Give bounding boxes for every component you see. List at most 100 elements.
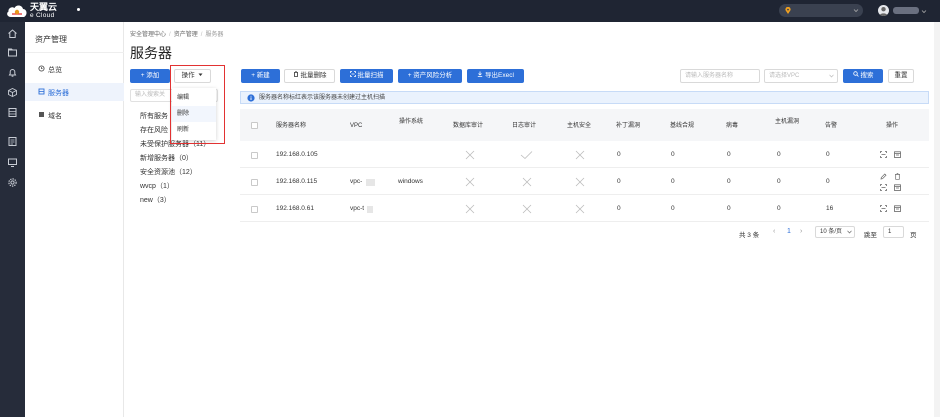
pager-goto-input[interactable]: 1 [883, 226, 904, 238]
host-vuln-cell: 0 [777, 151, 781, 158]
pager-page-unit: 页 [910, 232, 917, 239]
vpc-cell: vpc- [350, 178, 363, 185]
scan-action-icon[interactable] [880, 151, 887, 158]
column-header: 操作 [886, 123, 899, 129]
batch-scan-button[interactable]: 批量扫描 [340, 69, 393, 83]
export-excel-button[interactable]: 导出Execl [467, 69, 524, 83]
sidebar-item-servers[interactable]: 服务器 [25, 83, 124, 101]
cross-icon [522, 204, 532, 214]
pager-goto-label: 跳至 [864, 232, 877, 239]
vpc-select[interactable]: 请选择VPC [764, 69, 838, 83]
region-selector[interactable] [779, 4, 863, 17]
page-size-select[interactable]: 10 条/页 [815, 226, 855, 238]
breadcrumb-item[interactable]: 资产管理 [174, 32, 198, 38]
sidebar-item-overview[interactable]: 总览 [25, 60, 124, 78]
column-header: 补丁漏洞 [616, 123, 641, 129]
column-header[interactable]: 服务器名称 [276, 122, 306, 130]
document-icon[interactable] [7, 136, 18, 147]
user-icon [879, 7, 888, 16]
row-checkbox[interactable] [251, 152, 258, 159]
cube-icon[interactable] [7, 87, 18, 98]
server-name-cell[interactable]: 192.168.0.115 [276, 178, 317, 185]
alarm-cell: 16 [826, 205, 834, 212]
cloud-logo-icon [7, 5, 27, 17]
page-size-value: 10 条/页 [820, 229, 843, 235]
breadcrumb-item[interactable]: 安全管理中心 [130, 32, 166, 38]
group-item-wvcp[interactable]: wvcp（1） [140, 181, 174, 191]
folder-icon[interactable] [7, 47, 18, 58]
breadcrumb: 安全管理中心 / 资产管理 / 服务器 [130, 29, 223, 38]
group-item-all[interactable]: 所有服务 [140, 111, 168, 121]
pager-prev-icon[interactable]: ‹ [773, 228, 775, 235]
table-row: 192.168.0.115 vpc- windows 0 0 0 0 0 [240, 168, 929, 195]
search-button[interactable]: 搜索 [843, 69, 883, 83]
user-menu-chevron-icon[interactable] [921, 9, 927, 14]
edit-icon[interactable] [880, 173, 887, 180]
info-alert: 服务器名称标红表示该服务器未创建过主机扫描 [240, 91, 929, 104]
vpc-cell: vpc-t [350, 205, 365, 212]
scan-action-icon[interactable] [880, 205, 887, 212]
new-button[interactable]: + 新建 [241, 69, 280, 83]
cross-icon [575, 150, 585, 160]
select-all-checkbox[interactable] [251, 122, 258, 129]
pager-current-page[interactable]: 1 [787, 228, 791, 235]
virus-cell: 0 [727, 178, 731, 185]
add-group-button[interactable]: + 添加 [130, 69, 170, 83]
group-item-new-servers[interactable]: 新增服务器（0） [140, 153, 193, 163]
column-header: VPC [350, 123, 363, 129]
sidebar-item-label: 服务器 [48, 90, 69, 97]
top-bar: 天翼云 e Cloud [0, 0, 940, 22]
search-icon [852, 71, 859, 77]
cross-icon [575, 177, 585, 187]
column-header: 基线合规 [670, 123, 695, 129]
batch-scan-label: 批量扫描 [357, 72, 384, 79]
risk-analysis-button[interactable]: + 资产风险分析 [398, 69, 462, 83]
reset-button[interactable]: 重置 [888, 69, 914, 83]
pager-total: 共 3 条 [739, 232, 760, 239]
virus-cell: 0 [727, 151, 731, 158]
column-header: 主机漏洞 [774, 119, 799, 125]
group-item-security-pool[interactable]: 安全资源池（12） [140, 167, 197, 177]
vertical-scrollbar[interactable] [934, 22, 940, 417]
patch-vuln-cell: 0 [617, 151, 621, 158]
server-list-icon [38, 88, 45, 95]
user-name[interactable] [893, 7, 919, 14]
baseline-cell: 0 [671, 205, 675, 212]
server-name-cell[interactable]: 192.168.0.61 [276, 205, 314, 212]
row-checkbox[interactable] [251, 179, 258, 186]
bell-icon[interactable] [7, 67, 18, 78]
patch-vuln-cell: 0 [617, 205, 621, 212]
server-icon[interactable] [7, 107, 18, 118]
gear-icon[interactable] [7, 177, 18, 188]
report-action-icon[interactable] [894, 205, 901, 212]
batch-delete-button[interactable]: 批量删除 [284, 69, 335, 83]
column-header: 告警 [825, 123, 838, 129]
cross-icon [465, 150, 475, 160]
server-name-cell[interactable]: 192.168.0.105 [276, 151, 318, 158]
report-action-icon[interactable] [894, 151, 901, 158]
alarm-cell: 0 [826, 178, 830, 185]
server-name-search-input[interactable]: 请输入服务器名称 [680, 69, 760, 83]
baseline-cell: 0 [671, 178, 675, 185]
chevron-down-icon [853, 9, 859, 13]
sidebar-item-domains[interactable]: 域名 [25, 106, 124, 124]
asset-sidebar: 资产管理 总览 服务器 域名 [25, 22, 124, 417]
scan-action-icon[interactable] [880, 184, 887, 191]
info-icon [247, 94, 255, 102]
brand-logo[interactable]: 天翼云 e Cloud [6, 2, 86, 20]
row-checkbox[interactable] [251, 206, 258, 213]
avatar[interactable] [878, 5, 889, 16]
left-icon-nav [0, 22, 25, 417]
report-action-icon[interactable] [894, 184, 901, 191]
group-item-new[interactable]: new（3） [140, 195, 171, 205]
home-icon[interactable] [7, 28, 18, 39]
monitor-icon[interactable] [7, 157, 18, 168]
group-item-risk[interactable]: 存在风险 [140, 125, 168, 135]
vpc-select-placeholder: 请选择VPC [769, 73, 800, 79]
pager-next-icon[interactable]: › [800, 228, 802, 235]
overview-icon [38, 65, 45, 72]
alarm-cell: 0 [826, 151, 830, 158]
check-icon [520, 151, 533, 160]
trash-icon[interactable] [894, 173, 901, 180]
brand-name: 天翼云 [30, 2, 58, 12]
